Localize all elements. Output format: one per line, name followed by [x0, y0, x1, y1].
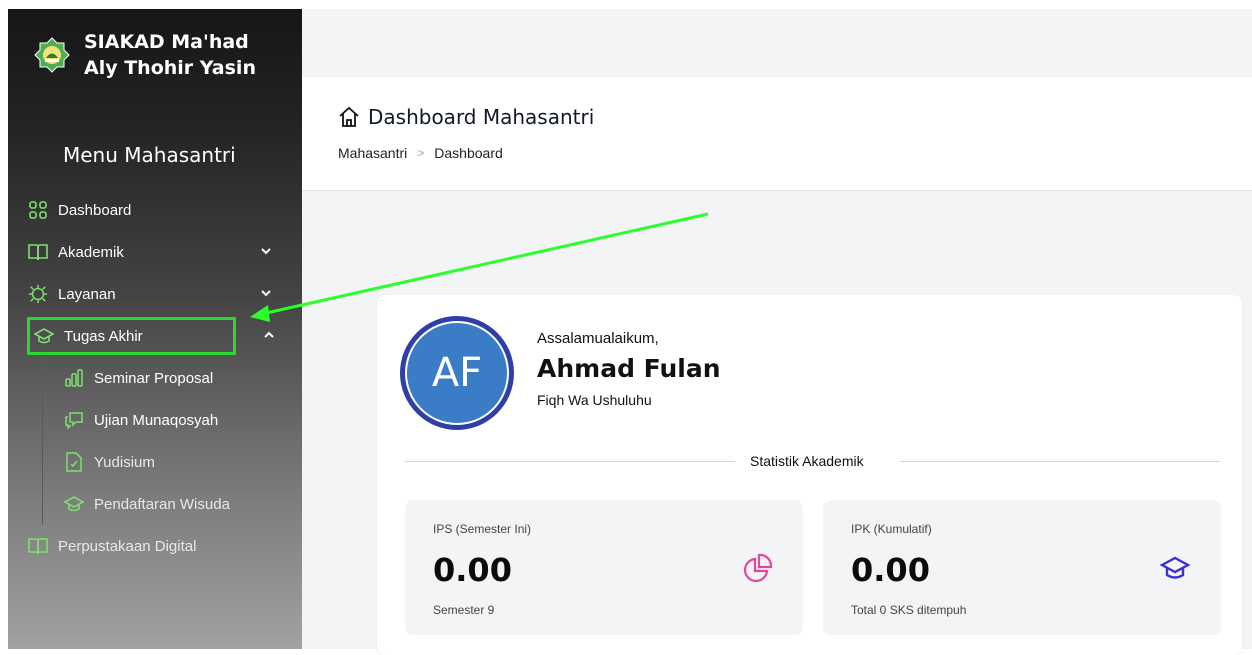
divider-right — [900, 461, 1220, 462]
sidebar: SIAKAD Ma'had Aly Thohir Yasin Menu Maha… — [8, 9, 302, 649]
chevron-up-icon — [264, 331, 274, 338]
sidebar-item-label: Dashboard — [58, 201, 132, 219]
submenu-line — [42, 357, 43, 525]
page-header: Dashboard Mahasantri Mahasantri > Dashbo… — [302, 77, 1252, 191]
stat-card-ipk: IPK (Kumulatif) 0.00 Total 0 SKS ditempu… — [823, 500, 1221, 635]
stat-label: IPS (Semester Ini) — [433, 522, 532, 536]
grid-icon — [28, 200, 48, 220]
topbar — [302, 9, 1252, 77]
book-icon — [28, 242, 48, 262]
sidebar-item-label: Yudisium — [94, 453, 155, 471]
sidebar-item-label: Seminar Proposal — [94, 369, 214, 387]
section-label: Statistik Akademik — [746, 453, 868, 469]
sidebar-item-pendaftaran-wisuda[interactable]: Pendaftaran Wisuda — [8, 483, 302, 525]
stat-card-ips: IPS (Semester Ini) 0.00 Semester 9 — [405, 500, 803, 635]
avatar: AF — [400, 316, 514, 430]
graduation-cap-icon — [64, 494, 84, 514]
chat-icon — [64, 410, 84, 430]
graduation-cap-icon — [34, 326, 54, 346]
sidebar-item-label: Akademik — [58, 243, 124, 261]
pie-chart-icon — [743, 553, 773, 583]
bar-chart-icon — [64, 368, 84, 388]
sidebar-item-akademik[interactable]: Akademik — [8, 231, 302, 273]
page-title: Dashboard Mahasantri — [338, 105, 594, 129]
stat-value: 0.00 — [851, 551, 930, 589]
sidebar-item-tugas-akhir[interactable]: Tugas Akhir — [27, 317, 274, 355]
home-icon — [339, 106, 359, 127]
stat-footer: Total 0 SKS ditempuh — [851, 603, 967, 617]
divider-left — [405, 461, 735, 462]
submenu-tugas-akhir: Seminar Proposal Ujian Munaqosyah Yudisi… — [8, 357, 302, 525]
greeting-text: Assalamualaikum, — [537, 330, 659, 347]
sidebar-item-perpustakaan-digital[interactable]: Perpustakaan Digital — [8, 525, 302, 567]
sidebar-item-label: Layanan — [58, 285, 116, 303]
file-check-icon — [64, 452, 84, 472]
stat-footer: Semester 9 — [433, 603, 495, 617]
sidebar-item-layanan[interactable]: Layanan — [8, 273, 302, 315]
book-icon — [28, 536, 48, 556]
avatar-initials: AF — [405, 321, 509, 425]
sidebar-menu: Dashboard Akademik Layanan Tugas Akhir S… — [8, 189, 302, 567]
breadcrumb: Mahasantri > Dashboard — [338, 145, 503, 161]
target-icon — [28, 284, 48, 304]
sidebar-item-ujian-munaqosyah[interactable]: Ujian Munaqosyah — [8, 399, 302, 441]
sidebar-item-seminar-proposal[interactable]: Seminar Proposal — [8, 357, 302, 399]
sidebar-item-yudisium[interactable]: Yudisium — [8, 441, 302, 483]
breadcrumb-separator-icon: > — [417, 146, 425, 160]
breadcrumb-item[interactable]: Mahasantri — [338, 145, 407, 161]
sidebar-item-label: Perpustakaan Digital — [58, 537, 197, 555]
study-program: Fiqh Wa Ushuluhu — [537, 392, 652, 408]
menu-title: Menu Mahasantri — [63, 143, 236, 167]
stat-label: IPK (Kumulatif) — [851, 522, 932, 536]
sidebar-item-dashboard[interactable]: Dashboard — [8, 189, 302, 231]
user-name: Ahmad Fulan — [537, 354, 721, 383]
brand-name: SIAKAD Ma'had Aly Thohir Yasin — [84, 31, 256, 79]
logo-icon — [34, 37, 70, 73]
sidebar-item-label: Pendaftaran Wisuda — [94, 495, 230, 513]
graduation-cap-icon — [1159, 556, 1191, 579]
sidebar-item-label: Ujian Munaqosyah — [94, 411, 219, 429]
brand[interactable]: SIAKAD Ma'had Aly Thohir Yasin — [34, 29, 264, 81]
page-title-text: Dashboard Mahasantri — [368, 105, 595, 129]
chevron-down-icon — [261, 290, 271, 297]
stat-value: 0.00 — [433, 551, 512, 589]
sidebar-item-label: Tugas Akhir — [64, 327, 143, 345]
chevron-down-icon — [261, 248, 271, 255]
breadcrumb-item: Dashboard — [434, 145, 503, 161]
